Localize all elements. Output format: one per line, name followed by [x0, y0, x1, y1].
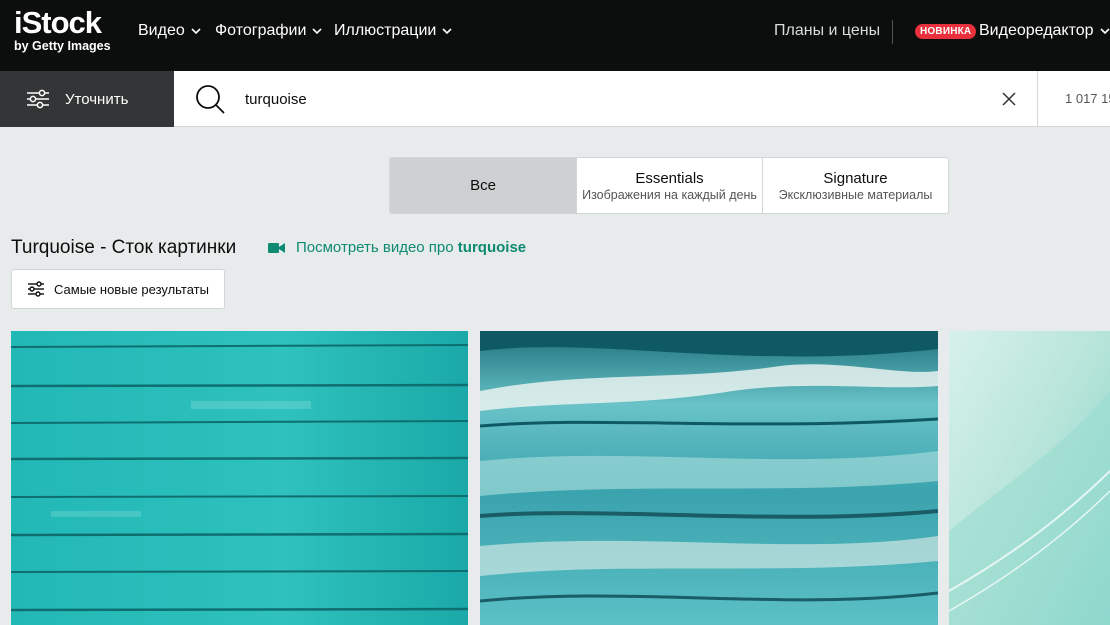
view-videos-prefix: Посмотреть видео про: [296, 239, 458, 256]
refine-button[interactable]: Уточнить: [0, 71, 174, 127]
video-camera-icon: [268, 242, 285, 253]
nav-illustrations-label: Иллюстрации: [334, 22, 437, 39]
chevron-down-icon: [1099, 28, 1110, 35]
nav-illustrations[interactable]: Иллюстрации: [334, 22, 453, 40]
nav-photos-label: Фотографии: [215, 22, 307, 39]
top-navigation: iStock by Getty Images Видео Фотографии …: [0, 0, 1110, 71]
nav-video[interactable]: Видео: [138, 22, 202, 40]
nav-photos[interactable]: Фотографии: [215, 22, 323, 40]
page-title: Turquoise - Сток картинки: [11, 237, 237, 258]
abstract-waves-image: [949, 331, 1110, 625]
marble-texture-image: [480, 331, 938, 625]
tab-signature-subtitle: Эксклюзивные материалы: [778, 187, 933, 202]
video-editor-label: Видеоредактор: [979, 22, 1094, 39]
chevron-down-icon: [442, 28, 452, 35]
content-segment-tabs: Все Essentials Изображения на каждый ден…: [389, 157, 949, 214]
result-image-turquoise-abstract[interactable]: [949, 331, 1110, 625]
tab-signature-label: Signature: [823, 169, 888, 187]
refine-label: Уточнить: [65, 90, 129, 108]
tab-essentials[interactable]: Essentials Изображения на каждый день: [577, 158, 763, 213]
sort-sliders-icon: [28, 281, 44, 297]
chevron-down-icon: [191, 28, 201, 35]
search-divider: [1037, 71, 1038, 127]
result-count: 1 017 15: [1065, 91, 1110, 106]
search-bar: 1 017 15: [174, 71, 1110, 127]
tab-all-label: Все: [470, 177, 496, 194]
tab-all[interactable]: Все: [390, 158, 577, 213]
sort-label: Самые новые результаты: [54, 281, 209, 297]
search-input[interactable]: [245, 86, 945, 112]
filter-sliders-icon: [27, 89, 49, 109]
nav-video-label: Видео: [138, 22, 185, 39]
video-editor-menu[interactable]: Видеоредактор: [979, 22, 1110, 40]
plans-link[interactable]: Планы и цены: [774, 22, 880, 40]
istock-logo[interactable]: iStock by Getty Images: [14, 5, 111, 53]
chevron-down-icon: [312, 28, 323, 35]
wood-planks-image: [11, 331, 468, 625]
sort-newest-button[interactable]: Самые новые результаты: [11, 269, 225, 309]
tab-essentials-label: Essentials: [635, 169, 704, 187]
search-icon[interactable]: [194, 83, 226, 115]
logo-wordmark: iStock: [14, 5, 102, 40]
view-videos-link[interactable]: Посмотреть видео про turquoise: [268, 239, 526, 256]
view-videos-term: turquoise: [457, 239, 527, 256]
tab-signature[interactable]: Signature Эксклюзивные материалы: [763, 158, 948, 213]
tab-essentials-subtitle: Изображения на каждый день: [582, 187, 757, 202]
result-image-turquoise-marble[interactable]: [480, 331, 938, 625]
new-badge: НОВИНКА: [915, 24, 977, 39]
nav-divider: [892, 20, 893, 44]
result-image-turquoise-wood[interactable]: [11, 331, 468, 625]
close-icon[interactable]: [1001, 91, 1017, 107]
logo-tagline: by Getty Images: [14, 39, 111, 53]
